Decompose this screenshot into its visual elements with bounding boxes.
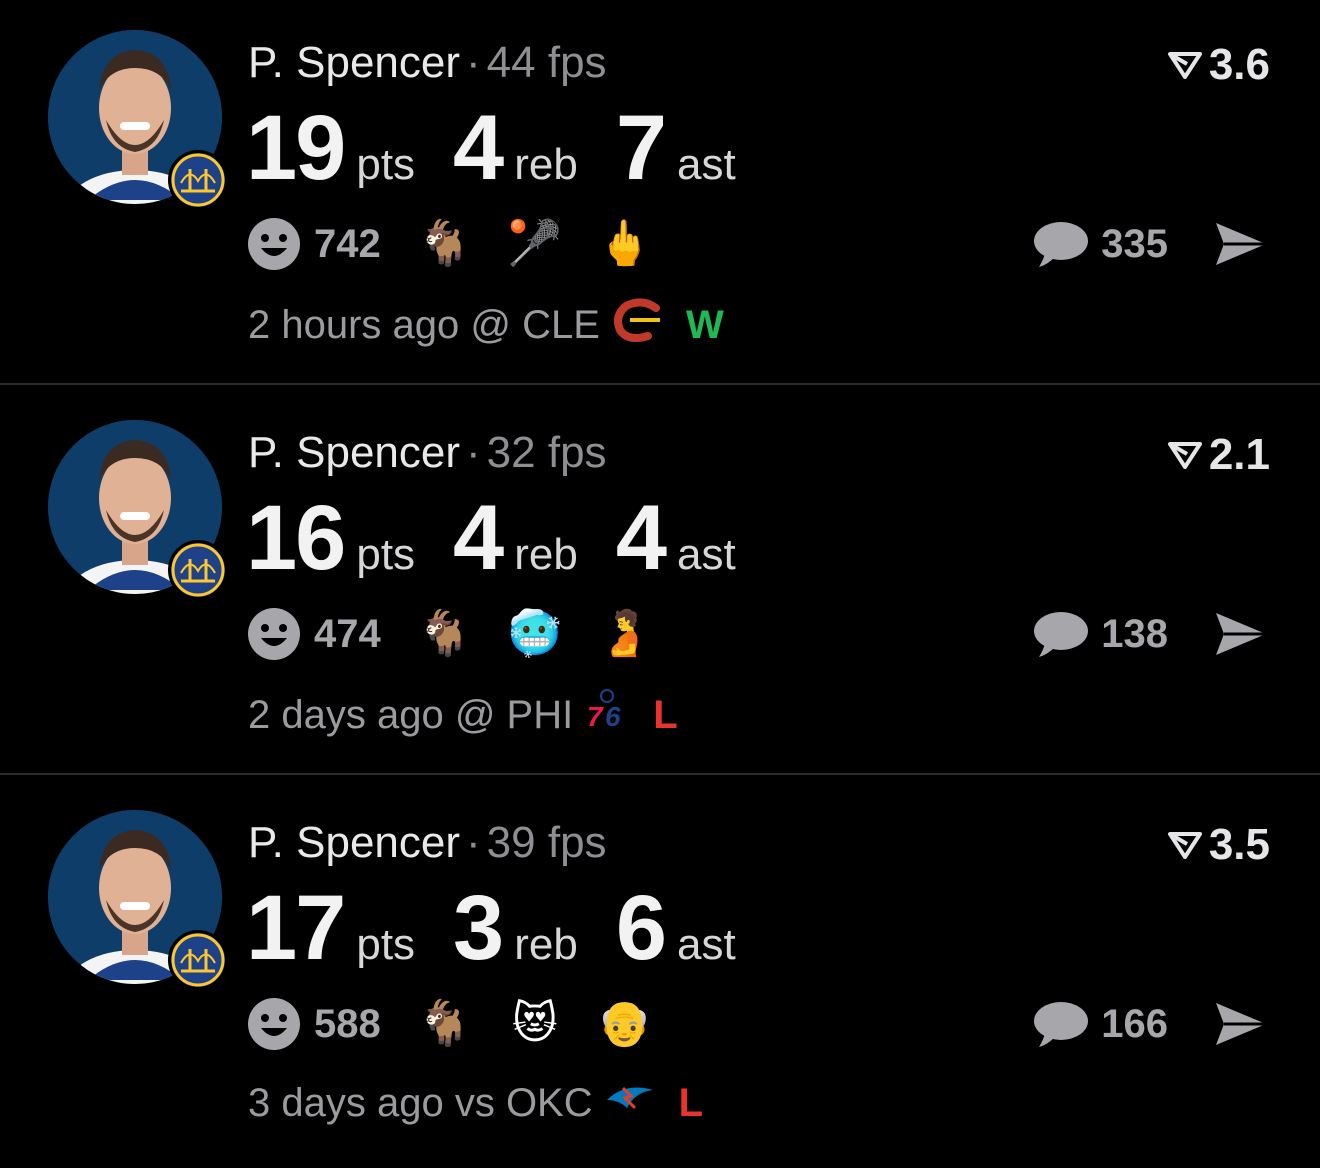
goat-emoji[interactable]: 🐐	[417, 612, 473, 656]
statline: 17 pts 3 reb 6 ast	[246, 876, 774, 981]
fantasy-points: 39 fps	[486, 818, 607, 867]
fantasy-points: 44 fps	[486, 38, 607, 87]
cold-face-emoji[interactable]: 🥶	[507, 612, 563, 656]
assists-label: ast	[676, 140, 736, 189]
feed-card[interactable]: P. Spencer · 44 fps 3.6 19 pts 4 reb 7 ast 74…	[0, 0, 1320, 388]
game-info[interactable]: 2 hours ago @ CLE W	[248, 298, 724, 352]
svg-text:6: 6	[605, 701, 621, 732]
assists-label: ast	[676, 530, 736, 579]
reaction-count[interactable]: 742	[314, 222, 381, 267]
comment-bubble-icon[interactable]	[1031, 999, 1089, 1049]
card-header: P. Spencer · 44 fps	[248, 38, 607, 88]
comment-bar: 335	[1031, 215, 1270, 273]
reaction-count[interactable]: 588	[314, 1002, 381, 1047]
comment-bubble-icon[interactable]	[1031, 219, 1089, 269]
points-label: pts	[356, 140, 416, 189]
comment-count[interactable]: 335	[1101, 222, 1168, 267]
feed-card[interactable]: P. Spencer · 39 fps 3.5 17 pts 3 reb 6 ast 58…	[0, 780, 1320, 1168]
lacrosse-emoji[interactable]: 🥍	[507, 222, 563, 266]
comment-bar: 138	[1031, 605, 1270, 663]
send-icon[interactable]	[1212, 609, 1270, 659]
game-result: W	[685, 302, 724, 347]
goat-emoji[interactable]: 🐐	[417, 222, 473, 266]
rebounds-label: reb	[514, 140, 578, 189]
game-venue: vs OKC	[454, 1080, 593, 1125]
divider	[0, 773, 1320, 775]
player-name[interactable]: P. Spencer	[248, 428, 460, 477]
card-header: P. Spencer · 39 fps	[248, 818, 607, 868]
goat-emoji[interactable]: 🐐	[417, 1002, 473, 1046]
smiley-icon[interactable]	[246, 606, 302, 662]
statline: 16 pts 4 reb 4 ast	[246, 486, 774, 591]
game-info[interactable]: 3 days ago vs OKC L	[248, 1078, 703, 1128]
warriors-logo	[168, 150, 228, 210]
send-icon[interactable]	[1212, 999, 1270, 1049]
comment-count[interactable]: 166	[1101, 1002, 1168, 1047]
smiley-icon[interactable]	[246, 216, 302, 272]
heart-eyes-cat-emoji[interactable]: 😻	[507, 1002, 563, 1046]
assists-label: ast	[676, 920, 736, 969]
time-ago: 3 days ago	[248, 1080, 444, 1125]
rating-value: 3.5	[1208, 820, 1270, 869]
points-value: 19	[246, 97, 346, 199]
rating: 3.5	[1167, 820, 1270, 870]
svg-text:7: 7	[587, 701, 604, 732]
rebounds-label: reb	[514, 920, 578, 969]
statline: 19 pts 4 reb 7 ast	[246, 96, 774, 201]
divider	[0, 383, 1320, 385]
game-info[interactable]: 2 days ago @ PHI 76 L	[248, 688, 678, 742]
comment-count[interactable]: 138	[1101, 612, 1168, 657]
card-header: P. Spencer · 32 fps	[248, 428, 607, 478]
send-icon[interactable]	[1212, 219, 1270, 269]
rating-arrow-icon	[1167, 440, 1203, 470]
rating-value: 3.6	[1208, 40, 1270, 89]
comment-bubble-icon[interactable]	[1031, 609, 1089, 659]
points-label: pts	[356, 530, 416, 579]
comment-bar: 166	[1031, 995, 1270, 1053]
fantasy-points: 32 fps	[486, 428, 607, 477]
game-venue: @ CLE	[470, 302, 600, 347]
points-value: 16	[246, 487, 346, 589]
assists-value: 7	[615, 97, 667, 199]
pregnant-man-emoji[interactable]: 🫄	[597, 612, 653, 656]
rebounds-value: 4	[453, 97, 504, 199]
76ers-logo: 76	[585, 688, 629, 742]
points-label: pts	[356, 920, 416, 969]
rating: 3.6	[1167, 40, 1270, 90]
separator: ·	[466, 38, 481, 87]
game-result: L	[653, 692, 678, 737]
rating-arrow-icon	[1167, 50, 1203, 80]
game-venue: @ PHI	[454, 692, 574, 737]
points-value: 17	[246, 877, 346, 979]
player-name[interactable]: P. Spencer	[248, 38, 460, 87]
rating: 2.1	[1167, 430, 1270, 480]
warriors-logo	[168, 540, 228, 600]
smiley-icon[interactable]	[246, 996, 302, 1052]
assists-value: 6	[615, 877, 667, 979]
middle-finger-emoji[interactable]: 🖕	[597, 222, 653, 266]
rebounds-value: 3	[453, 877, 504, 979]
player-name[interactable]: P. Spencer	[248, 818, 460, 867]
reaction-count[interactable]: 474	[314, 612, 381, 657]
feed-card[interactable]: P. Spencer · 32 fps 2.1 16 pts 4 reb 4 ast 47…	[0, 390, 1320, 778]
rebounds-value: 4	[453, 487, 504, 589]
reaction-bar: 588 🐐 😻 👴	[246, 995, 687, 1053]
thunder-logo	[605, 1078, 655, 1128]
warriors-logo	[168, 930, 228, 990]
reaction-bar: 742 🐐 🥍 🖕	[246, 215, 687, 273]
separator: ·	[466, 818, 481, 867]
old-man-emoji[interactable]: 👴	[597, 1002, 653, 1046]
rating-arrow-icon	[1167, 830, 1203, 860]
time-ago: 2 days ago	[248, 692, 444, 737]
cavaliers-logo	[612, 298, 662, 352]
assists-value: 4	[615, 487, 667, 589]
separator: ·	[466, 428, 481, 477]
rebounds-label: reb	[514, 530, 578, 579]
time-ago: 2 hours ago	[248, 302, 460, 347]
game-result: L	[678, 1080, 704, 1125]
rating-value: 2.1	[1208, 430, 1270, 479]
reaction-bar: 474 🐐 🥶 🫄	[246, 605, 687, 663]
